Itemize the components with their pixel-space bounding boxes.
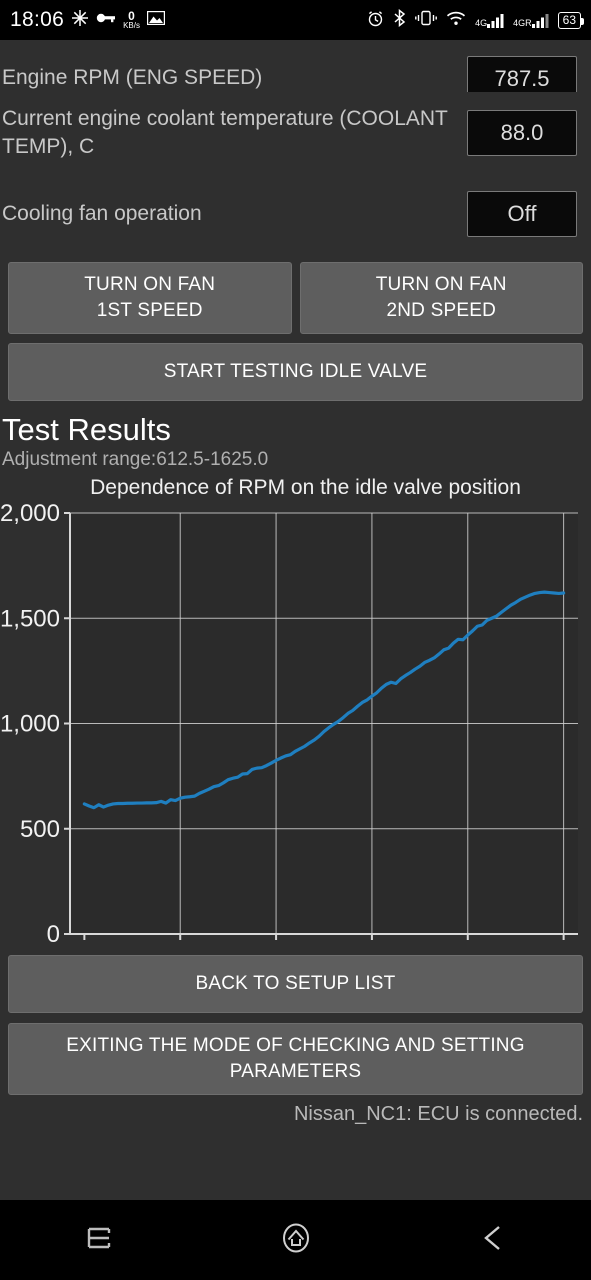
svg-text:1,000: 1,000	[0, 711, 60, 738]
back-button-label: BACK TO SETUP LIST	[195, 973, 396, 994]
test-results-heading: Test Results	[2, 412, 171, 447]
fan-1st-line2: 1ST SPEED	[96, 300, 203, 321]
fan-2nd-line2: 2ND SPEED	[386, 300, 496, 321]
network-speed-indicator: 0 KB/s	[123, 10, 140, 30]
svg-text:0: 0	[47, 921, 60, 943]
param-row-coolant-temp: Current engine coolant temperature (COOL…	[0, 92, 591, 174]
vpn-key-icon	[96, 11, 116, 29]
exit-line1: EXITING THE MODE OF CHECKING AND SETTING	[66, 1035, 525, 1056]
rpm-chart: Dependence of RPM on the idle valve posi…	[0, 473, 591, 943]
wifi-icon	[446, 11, 466, 30]
start-testing-label: START TESTING IDLE VALVE	[163, 361, 428, 382]
turn-on-fan-2nd-speed-button[interactable]: TURN ON FAN 2ND SPEED	[299, 262, 583, 334]
chart-title: Dependence of RPM on the idle valve posi…	[90, 476, 521, 499]
exit-line2: PARAMETERS	[229, 1061, 362, 1082]
param-row-cooling-fan: Cooling fan operation Off	[0, 174, 591, 254]
start-testing-idle-valve-button[interactable]: START TESTING IDLE VALVE	[8, 343, 583, 401]
back-icon	[476, 1221, 510, 1260]
exit-checking-mode-button[interactable]: EXITING THE MODE OF CHECKING AND SETTING…	[8, 1023, 583, 1095]
param-value-engine-rpm: 787.5	[467, 56, 577, 92]
bluetooth-icon	[393, 8, 406, 31]
signal-4g-icon: 4G	[475, 13, 504, 28]
param-label-engine-rpm: Engine RPM (ENG SPEED)	[2, 66, 263, 89]
back-button[interactable]	[448, 1210, 538, 1270]
gallery-icon	[146, 10, 166, 29]
status-bar-right: 4G 4GR 63	[367, 8, 585, 31]
param-value-cooling-fan: Off	[467, 191, 577, 237]
home-icon	[277, 1219, 315, 1262]
alarm-icon	[367, 10, 384, 31]
svg-text:1,500: 1,500	[0, 605, 60, 632]
battery-indicator: 63	[557, 11, 585, 29]
android-nav-bar	[0, 1200, 591, 1280]
status-bar: 18:06 0 KB/s 4G 4GR 63	[0, 0, 591, 40]
param-value-coolant-temp: 88.0	[467, 110, 577, 156]
flash-icon	[71, 9, 89, 31]
param-label-cooling-fan: Cooling fan operation	[2, 202, 202, 225]
chart-plot-area: 05001,0001,5002,000020406080100	[0, 503, 578, 943]
fan-1st-line1: TURN ON FAN	[84, 274, 216, 295]
svg-text:500: 500	[20, 816, 60, 843]
battery-percent-label: 63	[562, 13, 576, 27]
param-label-coolant-temp: Current engine coolant temperature (COOL…	[2, 107, 448, 158]
back-to-setup-list-button[interactable]: BACK TO SETUP LIST	[8, 955, 583, 1013]
recents-icon	[82, 1221, 116, 1260]
signal-4gr-label: 4GR	[513, 17, 532, 28]
fan-button-row: TURN ON FAN 1ST SPEED TURN ON FAN 2ND SP…	[0, 254, 591, 334]
phone-screen: 18:06 0 KB/s 4G 4GR 63 Engine RPM (ENG S…	[0, 0, 591, 1280]
param-row-engine-rpm: Engine RPM (ENG SPEED) 787.5	[0, 40, 591, 92]
main-scroll-content[interactable]: Engine RPM (ENG SPEED) 787.5 Current eng…	[0, 40, 591, 1200]
ecu-connection-status: Nissan_NC1: ECU is connected.	[293, 1103, 583, 1125]
home-button[interactable]	[251, 1210, 341, 1270]
signal-4gr-icon: 4GR	[513, 13, 549, 28]
signal-4g-label: 4G	[475, 17, 488, 28]
recents-button[interactable]	[54, 1210, 144, 1270]
network-speed-unit: KB/s	[123, 21, 140, 30]
adjustment-range-label: Adjustment range:612.5-1625.0	[2, 449, 269, 470]
turn-on-fan-1st-speed-button[interactable]: TURN ON FAN 1ST SPEED	[8, 262, 292, 334]
status-bar-left: 18:06 0 KB/s	[10, 8, 166, 32]
clock-label: 18:06	[10, 8, 65, 31]
vibrate-icon	[415, 10, 438, 30]
svg-text:2,000: 2,000	[0, 503, 60, 527]
fan-2nd-line1: TURN ON FAN	[375, 274, 507, 295]
